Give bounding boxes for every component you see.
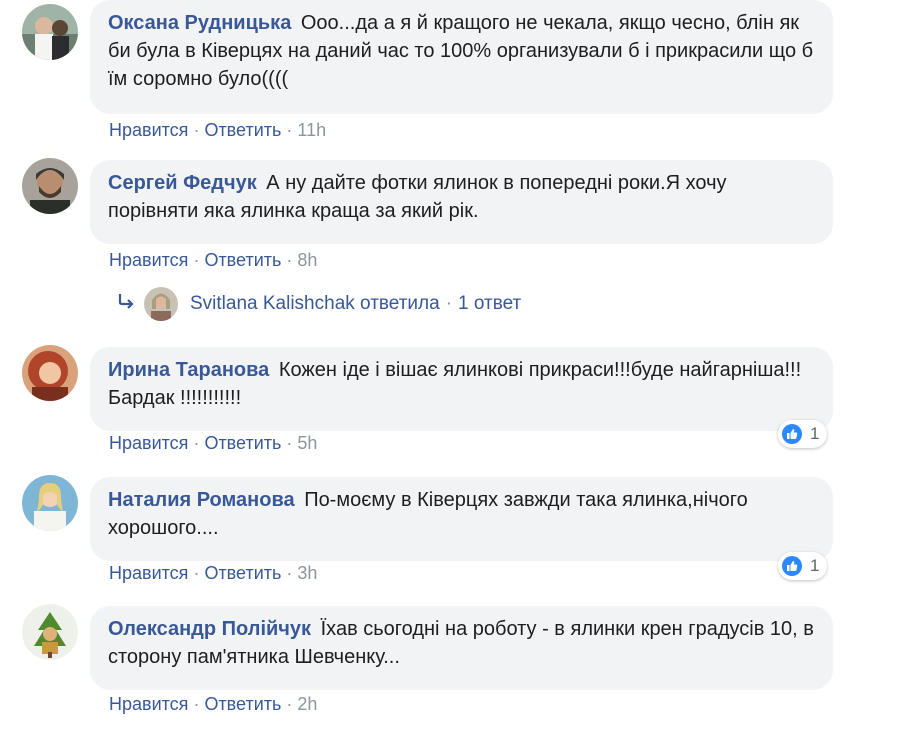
separator: · <box>193 694 200 714</box>
comment-author[interactable]: Олександр Полійчук <box>108 618 311 640</box>
reply-link[interactable]: Ответить <box>204 250 281 270</box>
separator: · <box>193 433 200 453</box>
avatar-sergey[interactable] <box>22 158 78 214</box>
comment-author[interactable]: Ирина Таранова <box>108 359 269 381</box>
reaction-number: 1 <box>810 424 820 443</box>
timestamp[interactable]: 5h <box>297 433 317 453</box>
timestamp[interactable]: 3h <box>297 563 317 583</box>
reaction-count[interactable]: 1 <box>778 420 828 448</box>
reply-arrow-icon <box>118 293 136 315</box>
like-link[interactable]: Нравится <box>109 433 188 453</box>
like-icon <box>782 424 802 444</box>
reply-link[interactable]: Ответить <box>204 433 281 453</box>
reply-count: 1 ответ <box>458 293 522 314</box>
reply-verb: ответила <box>360 293 440 314</box>
like-link[interactable]: Нравится <box>109 250 188 270</box>
avatar-natalia[interactable] <box>22 475 78 531</box>
comment-bubble: Ирина Таранова Кожен іде і вішає ялинков… <box>90 347 833 431</box>
comment-bubble: Наталия Романова По-моєму в Ківерцях зав… <box>90 477 833 561</box>
separator: · <box>193 120 200 140</box>
comment-bubble: Оксана Рудницька Ооо...да а я й кращого … <box>90 0 833 114</box>
comment-actions: Нравится · Ответить · 5h <box>109 431 317 455</box>
comment-actions: Нравится · Ответить · 2h <box>109 692 317 716</box>
like-link[interactable]: Нравится <box>109 120 188 140</box>
avatar-oleksandr[interactable] <box>22 604 78 660</box>
timestamp[interactable]: 8h <box>297 250 317 270</box>
separator: · <box>286 120 293 140</box>
view-replies-link[interactable]: Svitlana Kalishchak ответила · 1 ответ <box>118 287 521 321</box>
reaction-number: 1 <box>810 556 820 575</box>
separator: · <box>286 694 293 714</box>
reply-author: Svitlana Kalishchak <box>190 293 355 314</box>
reply-link[interactable]: Ответить <box>204 694 281 714</box>
comment-actions: Нравится · Ответить · 3h <box>109 561 317 585</box>
avatar-oksana[interactable] <box>22 4 78 60</box>
separator: · <box>286 563 293 583</box>
avatar-svitlana <box>144 287 178 321</box>
separator: · <box>286 250 293 270</box>
timestamp[interactable]: 2h <box>297 694 317 714</box>
separator: · <box>193 563 200 583</box>
reaction-count[interactable]: 1 <box>778 552 828 580</box>
reply-link[interactable]: Ответить <box>204 563 281 583</box>
comment-author[interactable]: Оксана Рудницька <box>108 12 291 34</box>
separator: · <box>445 293 453 314</box>
comment-author[interactable]: Наталия Романова <box>108 489 295 511</box>
timestamp[interactable]: 11h <box>297 120 326 140</box>
separator: · <box>286 433 293 453</box>
reply-link[interactable]: Ответить <box>204 120 281 140</box>
comment-author[interactable]: Сергей Федчук <box>108 172 257 194</box>
like-icon <box>782 556 802 576</box>
like-link[interactable]: Нравится <box>109 694 188 714</box>
like-link[interactable]: Нравится <box>109 563 188 583</box>
separator: · <box>193 250 200 270</box>
avatar-irina[interactable] <box>22 345 78 401</box>
comment-bubble: Олександр Полійчук Їхав сьогодні на робо… <box>90 606 833 690</box>
comment-bubble: Сергей Федчук А ну дайте фотки ялинок в … <box>90 160 833 244</box>
comment-actions: Нравится · Ответить · 8h <box>109 248 317 272</box>
comment-actions: Нравится · Ответить · 11h <box>109 118 326 142</box>
